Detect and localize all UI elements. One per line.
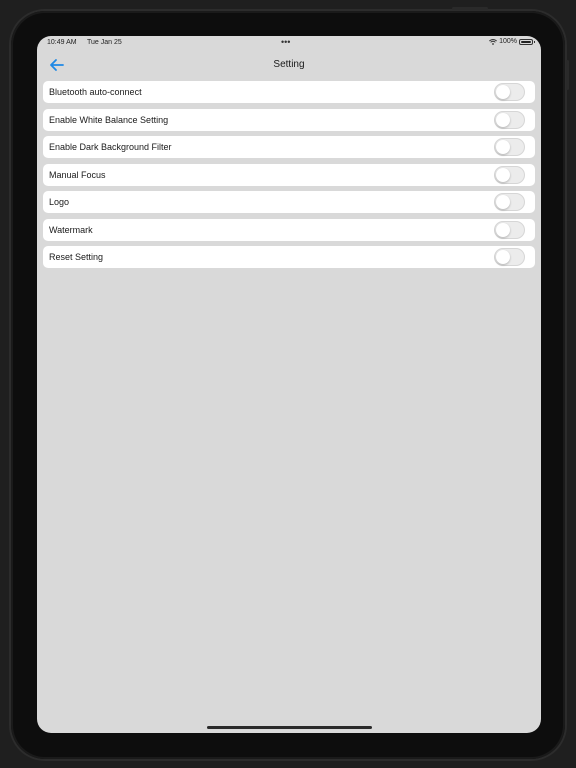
side-hardware-button	[566, 60, 569, 90]
page-title: Setting	[273, 59, 305, 70]
setting-row-manual-focus: Manual Focus	[43, 163, 535, 186]
setting-row-logo: Logo	[43, 191, 535, 213]
battery-icon	[519, 38, 535, 45]
toggle-knob	[496, 195, 510, 209]
toggle-knob	[496, 222, 510, 237]
app-screen: 10:49 AM Tue Jan 25 ••• 100% Setting Blu…	[37, 36, 541, 733]
setting-row-dark-background-filter: Enable Dark Background Filter	[43, 136, 535, 158]
bluetooth-auto-connect-toggle[interactable]	[494, 83, 525, 101]
status-indicators: 100%	[489, 38, 535, 45]
setting-label: Bluetooth auto-connect	[49, 87, 142, 97]
setting-row-white-balance: Enable White Balance Setting	[43, 108, 535, 131]
setting-row-watermark: Watermark	[43, 218, 535, 241]
navigation-bar: Setting	[37, 50, 541, 80]
setting-label: Watermark	[49, 224, 93, 235]
setting-label: Logo	[49, 197, 70, 207]
toggle-knob	[496, 140, 510, 154]
multitasking-dots-icon[interactable]: •••	[281, 37, 290, 47]
setting-label: Reset Setting	[49, 252, 104, 262]
toggle-knob	[496, 85, 510, 99]
dark-background-filter-toggle[interactable]	[494, 138, 525, 156]
logo-toggle[interactable]	[494, 193, 525, 211]
manual-focus-toggle[interactable]	[494, 165, 525, 184]
setting-row-bluetooth-auto-connect: Bluetooth auto-connect	[43, 81, 535, 103]
white-balance-toggle[interactable]	[494, 110, 525, 129]
watermark-toggle[interactable]	[494, 220, 525, 239]
wifi-icon	[489, 38, 498, 45]
settings-list: Bluetooth auto-connect Enable White Bala…	[43, 81, 535, 274]
toggle-knob	[496, 112, 510, 127]
top-hardware-button	[452, 7, 488, 10]
home-indicator[interactable]	[207, 726, 372, 729]
toggle-knob	[496, 167, 510, 182]
status-date: Tue Jan 25	[87, 39, 122, 46]
setting-label: Enable White Balance Setting	[49, 114, 169, 125]
setting-label: Manual Focus	[49, 169, 106, 180]
toggle-knob	[496, 250, 510, 264]
setting-row-reset-setting: Reset Setting	[43, 246, 535, 268]
setting-label: Enable Dark Background Filter	[49, 142, 172, 152]
reset-setting-toggle[interactable]	[494, 248, 525, 266]
status-bar: 10:49 AM Tue Jan 25 ••• 100%	[37, 36, 541, 50]
battery-percent: 100%	[499, 38, 517, 45]
status-time: 10:49 AM	[47, 39, 77, 46]
